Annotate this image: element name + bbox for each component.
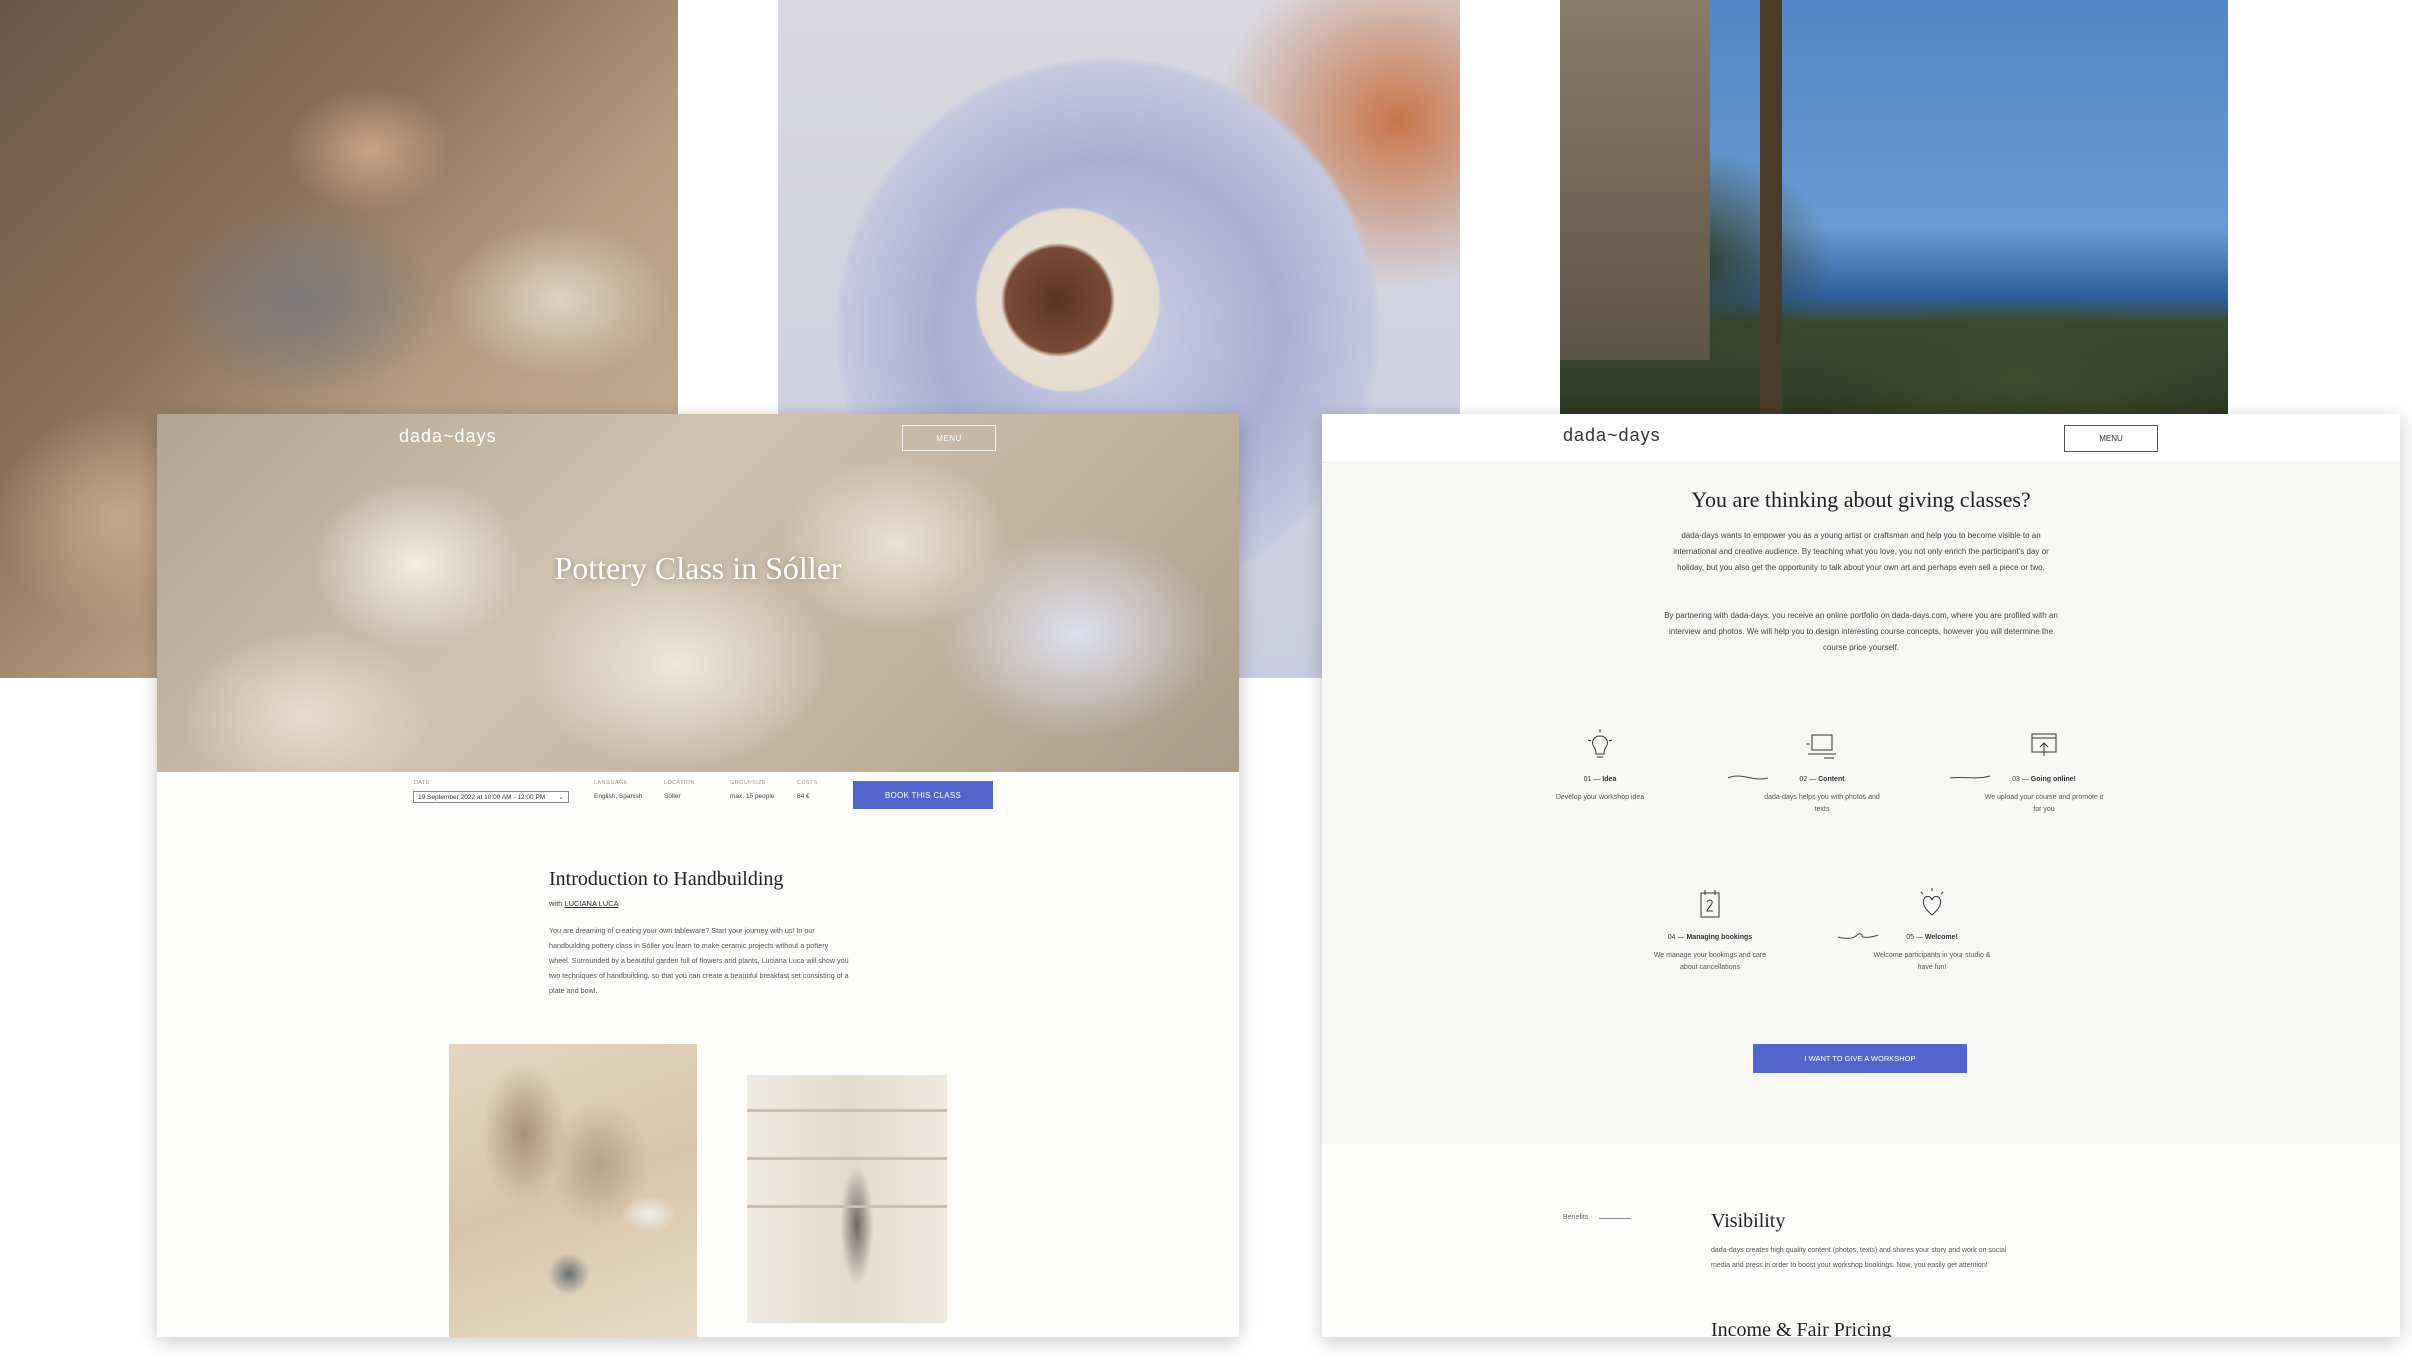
page-heading: You are thinking about giving classes?: [1691, 487, 2031, 512]
step-number: 05 —: [1906, 934, 1923, 941]
intro-description: You are dreaming of creating your own ta…: [549, 926, 849, 995]
step-title: Welcome!: [1924, 934, 1958, 941]
give-workshop-button[interactable]: I WANT TO GIVE A WORKSHOP: [1753, 1044, 1967, 1073]
coastal-landscape-photo: [1560, 0, 2228, 414]
studio-teacher-photo: [747, 1075, 947, 1323]
intro-heading: Introduction to Handbuilding: [549, 868, 784, 890]
visibility-heading: Visibility: [1711, 1210, 1786, 1232]
class-title: Pottery Class in Sóller: [554, 550, 842, 586]
chevron-down-icon: ⌄: [558, 794, 564, 801]
step-idea: 01 — Idea Develop your workshop idea: [1540, 726, 1660, 804]
location-value: Sóller: [664, 793, 681, 800]
step-going-online: 03 — Going online! We upload your course…: [1984, 726, 2104, 816]
step-description: We manage your bookings and care about c…: [1653, 952, 1767, 971]
hero-image: dada~days MENU Pottery Class in Sóller: [157, 414, 1239, 772]
groupsize-label: GROUPSIZE: [730, 780, 766, 786]
menu-button[interactable]: MENU: [902, 425, 996, 451]
partner-page-screenshot: dada~days MENU You are thinking about gi…: [1322, 414, 2400, 1337]
language-value: English, Spanish: [594, 793, 643, 800]
computer-icon: [1806, 734, 1836, 759]
benefits-label: Benefits: [1563, 1214, 1589, 1221]
visibility-text: dada-days creates high quality content (…: [1711, 1247, 2007, 1269]
location-label: LOCATION: [664, 780, 695, 786]
step-title: Going online!: [2030, 776, 2076, 783]
teacher-link[interactable]: LUCIANA LUCA: [564, 899, 618, 908]
pottery-tools-photo: [449, 1044, 697, 1337]
step-title: Managing bookings: [1686, 934, 1753, 941]
costs-label: COSTS: [797, 780, 818, 786]
site-logo[interactable]: dada~days: [1563, 425, 1661, 446]
date-value: 19 September 2022 at 10:00 AM - 12:00 PM: [418, 793, 546, 801]
step-description: dada-days helps you with photos and text…: [1764, 794, 1880, 813]
site-logo[interactable]: dada~days: [399, 426, 497, 447]
step-managing-bookings: 04 — Managing bookings We manage your bo…: [1650, 884, 1770, 974]
step-number: 04 —: [1667, 934, 1685, 941]
step-description: Welcome participants in your studio & ha…: [1873, 952, 1991, 971]
step-title: Content: [1818, 776, 1845, 783]
book-class-button[interactable]: BOOK THIS CLASS: [853, 781, 993, 809]
calendar-icon: [1700, 890, 1720, 918]
step-description: Develop your workshop idea: [1555, 794, 1645, 801]
teacher-line: with LUCIANA LUCA: [549, 899, 619, 908]
step-welcome: 05 — Welcome! Welcome participants in yo…: [1872, 884, 1992, 974]
palm-tree-trunk: [1760, 0, 1782, 414]
date-select[interactable]: 19 September 2022 at 10:00 AM - 12:00 PM…: [413, 791, 569, 803]
heart-icon: [1920, 888, 1944, 916]
partner-paragraph: By partnering with dada-days, you receiv…: [1664, 611, 2058, 652]
lightbulb-icon: [1587, 729, 1613, 758]
step-number: 01 —: [1583, 776, 1601, 783]
step-description: We upload your course and promote it for…: [1984, 794, 2104, 813]
benefits-section: Benefits Visibility dada-days creates hi…: [1322, 1144, 2400, 1337]
class-page-screenshot: dada~days MENU Pottery Class in Sóller D…: [157, 414, 1239, 1337]
step-title: Idea: [1602, 776, 1617, 783]
step-content: 02 — Content dada-days helps you with ph…: [1762, 726, 1882, 816]
teacher-prefix: with: [549, 899, 563, 908]
costs-value: 84 €: [797, 793, 810, 800]
upload-icon: [2031, 733, 2057, 756]
groupsize-value: max. 15 people: [730, 793, 775, 800]
step-number: 03 —: [2012, 776, 2029, 783]
pricing-heading: Income & Fair Pricing: [1711, 1319, 1892, 1337]
language-label: LANGUAGE: [594, 780, 628, 786]
intro-paragraph: dada-days wants to empower you as a youn…: [1673, 531, 2049, 572]
divider: [1599, 1218, 1631, 1219]
building-shape: [1560, 0, 1710, 360]
site-header: dada~days MENU: [1322, 414, 2400, 463]
step-number: 02 —: [1799, 776, 1817, 783]
menu-button[interactable]: MENU: [2064, 425, 2158, 452]
date-label: DATE: [414, 780, 430, 786]
